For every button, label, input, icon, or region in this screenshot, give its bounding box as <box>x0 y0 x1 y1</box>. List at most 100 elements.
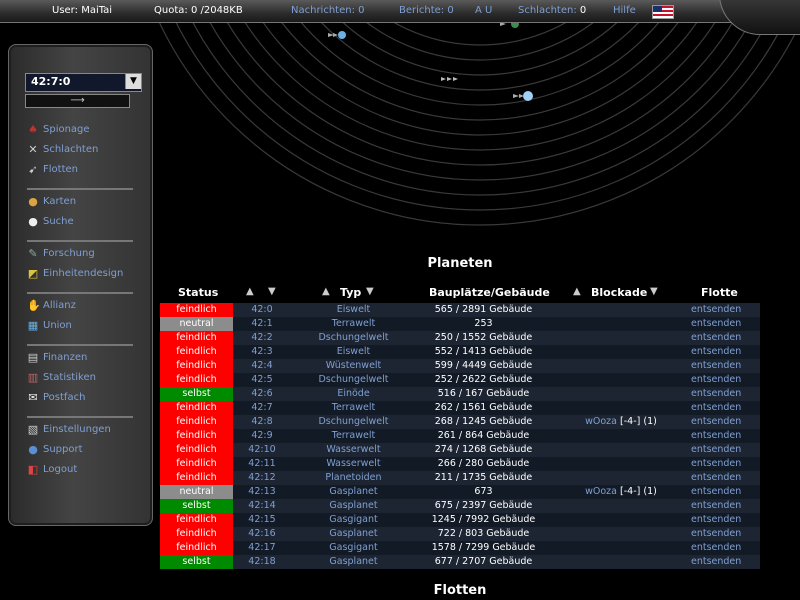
send-fleet-link[interactable]: entsenden <box>691 527 741 541</box>
buildings-value: 250 / 1552 Gebäude <box>434 332 533 343</box>
planet-type-link[interactable]: Eiswelt <box>291 345 416 359</box>
send-fleet-link[interactable]: entsenden <box>691 415 741 429</box>
planet-type-link[interactable]: Terrawelt <box>291 317 416 331</box>
planet-type-link[interactable]: Dschungelwelt <box>291 331 416 345</box>
sidebar-item-suche[interactable]: ● Suche <box>27 215 137 231</box>
coordinate-link[interactable]: 42:14 <box>233 499 291 513</box>
coordinate-link[interactable]: 42:3 <box>233 345 291 359</box>
send-fleet-link[interactable]: entsenden <box>691 471 741 485</box>
coordinate-link[interactable]: 42:7 <box>233 401 291 415</box>
blockade-alliance-tag[interactable]: [-4-] <box>620 486 640 497</box>
sidebar-item-spionage[interactable]: ♠ Spionage <box>27 123 137 139</box>
us-flag-icon[interactable] <box>652 5 674 19</box>
send-fleet-link[interactable]: entsenden <box>691 317 741 331</box>
send-fleet-link[interactable]: entsenden <box>691 513 741 527</box>
coordinate-link[interactable]: 42:18 <box>233 555 291 569</box>
send-fleet-link[interactable]: entsenden <box>691 401 741 415</box>
sidebar-item-finanzen[interactable]: ▤ Finanzen <box>27 351 137 367</box>
buildings-value: 266 / 280 Gebäude <box>437 458 530 469</box>
send-fleet-link[interactable]: entsenden <box>691 429 741 443</box>
sidebar-item-karten[interactable]: ● Karten <box>27 195 137 211</box>
send-fleet-link[interactable]: entsenden <box>691 485 741 499</box>
coordinate-link[interactable]: 42:13 <box>233 485 291 499</box>
blockade-alliance-tag[interactable]: [-4-] <box>620 416 640 427</box>
sidebar-item-flotten[interactable]: ➹ Flotten <box>27 163 137 179</box>
planet-type-link[interactable]: Einöde <box>291 387 416 401</box>
reports-link[interactable]: Berichte: 0 <box>399 5 454 16</box>
planet-type-link[interactable]: Eiswelt <box>291 303 416 317</box>
messages-link[interactable]: Nachrichten: 0 <box>291 5 365 16</box>
chevron-down-icon[interactable]: ▼ <box>125 74 141 89</box>
planet-type-link[interactable]: Terrawelt <box>291 429 416 443</box>
coordinate-select[interactable]: 42:7:0 ▼ <box>25 73 142 92</box>
planet-type-link[interactable]: Gasplanet <box>291 499 416 513</box>
blockade-player-link[interactable]: wOoza <box>585 486 617 497</box>
sort-down-icon[interactable]: ▼ <box>366 286 374 297</box>
table-header: Status ▲ ▼ ▲ Typ ▼ Bauplätze/Gebäude ▲ B… <box>160 286 760 303</box>
sidebar-item-statistiken[interactable]: ▥ Statistiken <box>27 371 137 387</box>
send-fleet-link[interactable]: entsenden <box>691 345 741 359</box>
sidebar-item-label: Karten <box>43 196 77 207</box>
planet-type-link[interactable]: Wüstenwelt <box>291 359 416 373</box>
coordinate-link[interactable]: 42:17 <box>233 541 291 555</box>
send-fleet-link[interactable]: entsenden <box>691 457 741 471</box>
coordinate-link[interactable]: 42:8 <box>233 415 291 429</box>
sidebar-item-allianz[interactable]: ✋ Allianz <box>27 299 137 315</box>
sort-down-icon[interactable]: ▼ <box>650 286 658 297</box>
coordinate-link[interactable]: 42:4 <box>233 359 291 373</box>
planet-type-link[interactable]: Dschungelwelt <box>291 415 416 429</box>
help-link[interactable]: Hilfe <box>613 5 636 16</box>
battles-link[interactable]: Schlachten: 0 <box>518 5 586 16</box>
send-fleet-link[interactable]: entsenden <box>691 443 741 457</box>
coordinate-link[interactable]: 42:2 <box>233 331 291 345</box>
coordinate-link[interactable]: 42:10 <box>233 443 291 457</box>
sidebar-item-support[interactable]: ● Support <box>27 443 137 459</box>
planet-type-link[interactable]: Wasserwelt <box>291 443 416 457</box>
planet-marker[interactable] <box>441 77 458 81</box>
planet-type-link[interactable]: Gasplanet <box>291 555 416 569</box>
planet-type-link[interactable]: Wasserwelt <box>291 457 416 471</box>
blockade-cell <box>551 401 691 415</box>
send-fleet-link[interactable]: entsenden <box>691 499 741 513</box>
planet-type-link[interactable]: Gasplanet <box>291 527 416 541</box>
coordinate-link[interactable]: 42:0 <box>233 303 291 317</box>
go-button[interactable]: ⟶ <box>25 94 130 108</box>
sidebar-item-schlachten[interactable]: ✕ Schlachten <box>27 143 137 159</box>
sort-up-icon[interactable]: ▲ <box>246 286 254 297</box>
send-fleet-link[interactable]: entsenden <box>691 555 741 569</box>
sidebar-item-logout[interactable]: ◧ Logout <box>27 463 137 479</box>
send-fleet-link[interactable]: entsenden <box>691 359 741 373</box>
send-fleet-link[interactable]: entsenden <box>691 373 741 387</box>
send-fleet-link[interactable]: entsenden <box>691 541 741 555</box>
coordinate-link[interactable]: 42:6 <box>233 387 291 401</box>
coordinate-link[interactable]: 42:11 <box>233 457 291 471</box>
planet-type-link[interactable]: Gasgigant <box>291 541 416 555</box>
coordinate-link[interactable]: 42:5 <box>233 373 291 387</box>
planet-marker[interactable] <box>513 91 533 101</box>
buildings-value: 599 / 4449 Gebäude <box>434 360 533 371</box>
planet-type-link[interactable]: Dschungelwelt <box>291 373 416 387</box>
send-fleet-link[interactable]: entsenden <box>691 303 741 317</box>
quota-label: Quota: <box>154 5 188 16</box>
planet-type-link[interactable]: Gasgigant <box>291 513 416 527</box>
planet-type-link[interactable]: Terrawelt <box>291 401 416 415</box>
coordinate-link[interactable]: 42:12 <box>233 471 291 485</box>
send-fleet-link[interactable]: entsenden <box>691 331 741 345</box>
coordinate-link[interactable]: 42:1 <box>233 317 291 331</box>
sort-up-icon[interactable]: ▲ <box>573 286 581 297</box>
planet-type-link[interactable]: Planetoiden <box>291 471 416 485</box>
sort-up-icon[interactable]: ▲ <box>322 286 330 297</box>
header-fleet: Flotte <box>701 286 738 299</box>
sidebar-item-einstellungen[interactable]: ▧ Einstellungen <box>27 423 137 439</box>
blockade-player-link[interactable]: wOoza <box>585 416 617 427</box>
sidebar-item-postfach[interactable]: ✉ Postfach <box>27 391 137 407</box>
coordinate-link[interactable]: 42:15 <box>233 513 291 527</box>
coordinate-link[interactable]: 42:16 <box>233 527 291 541</box>
fleet-icon: ➹ <box>28 163 38 176</box>
au-link[interactable]: A U <box>475 5 492 16</box>
planet-type-link[interactable]: Gasplanet <box>291 485 416 499</box>
coordinate-link[interactable]: 42:9 <box>233 429 291 443</box>
sort-down-icon[interactable]: ▼ <box>268 286 276 297</box>
send-fleet-link[interactable]: entsenden <box>691 387 741 401</box>
sidebar-item-union[interactable]: ▦ Union <box>27 319 137 335</box>
